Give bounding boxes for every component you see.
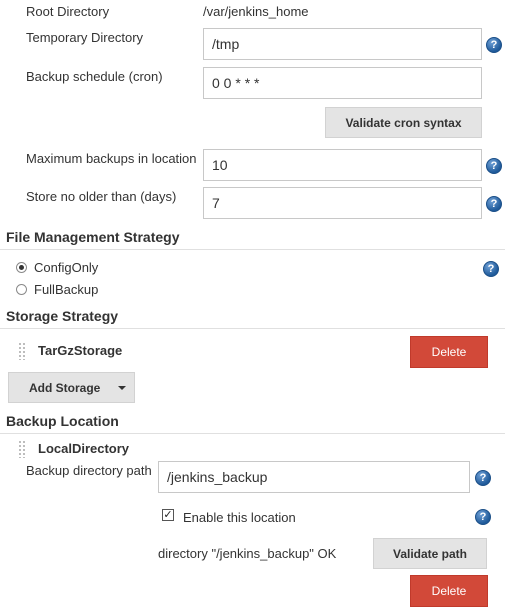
help-icon[interactable]: ? — [475, 509, 491, 525]
location-item-name: LocalDirectory — [38, 441, 130, 456]
max-backups-label: Maximum backups in location — [26, 151, 197, 166]
root-directory-value: /var/jenkins_home — [203, 4, 309, 19]
help-icon[interactable]: ? — [486, 158, 502, 174]
add-storage-button[interactable]: Add Storage — [8, 372, 135, 403]
validate-cron-button[interactable]: Validate cron syntax — [325, 107, 482, 138]
backup-schedule-label: Backup schedule (cron) — [26, 69, 163, 84]
backup-path-label: Backup directory path — [26, 463, 152, 478]
backup-schedule-input[interactable] — [203, 67, 482, 99]
help-icon[interactable]: ? — [486, 37, 502, 53]
validate-path-button[interactable]: Validate path — [373, 538, 487, 569]
drag-handle-icon[interactable] — [18, 342, 26, 360]
path-status-text: directory "/jenkins_backup" OK — [158, 546, 337, 561]
file-management-title: File Management Strategy — [6, 229, 180, 245]
divider — [0, 328, 505, 329]
store-no-older-input[interactable] — [203, 187, 482, 219]
delete-location-button[interactable]: Delete — [410, 575, 488, 607]
help-icon[interactable]: ? — [475, 470, 491, 486]
configonly-radio[interactable] — [16, 262, 27, 273]
storage-strategy-title: Storage Strategy — [6, 308, 119, 324]
enable-location-checkbox[interactable]: ✓ — [162, 509, 174, 521]
temporary-directory-input[interactable] — [203, 28, 482, 60]
delete-storage-button[interactable]: Delete — [410, 336, 488, 368]
help-icon[interactable]: ? — [483, 261, 499, 277]
configonly-label: ConfigOnly — [34, 260, 99, 275]
backup-path-input[interactable] — [158, 461, 470, 493]
help-icon[interactable]: ? — [486, 196, 502, 212]
store-no-older-label: Store no older than (days) — [26, 189, 177, 204]
divider — [0, 249, 505, 250]
max-backups-input[interactable] — [203, 149, 482, 181]
backup-location-title: Backup Location — [6, 413, 119, 429]
add-storage-label: Add Storage — [29, 380, 101, 395]
temporary-directory-label: Temporary Directory — [26, 30, 144, 45]
root-directory-label: Root Directory — [26, 4, 110, 19]
drag-handle-icon[interactable] — [18, 440, 26, 458]
enable-location-label: Enable this location — [183, 510, 296, 525]
caret-down-icon — [118, 386, 126, 390]
storage-item-name: TarGzStorage — [38, 343, 123, 358]
divider — [0, 433, 505, 434]
fullbackup-label: FullBackup — [34, 282, 99, 297]
fullbackup-radio[interactable] — [16, 284, 27, 295]
